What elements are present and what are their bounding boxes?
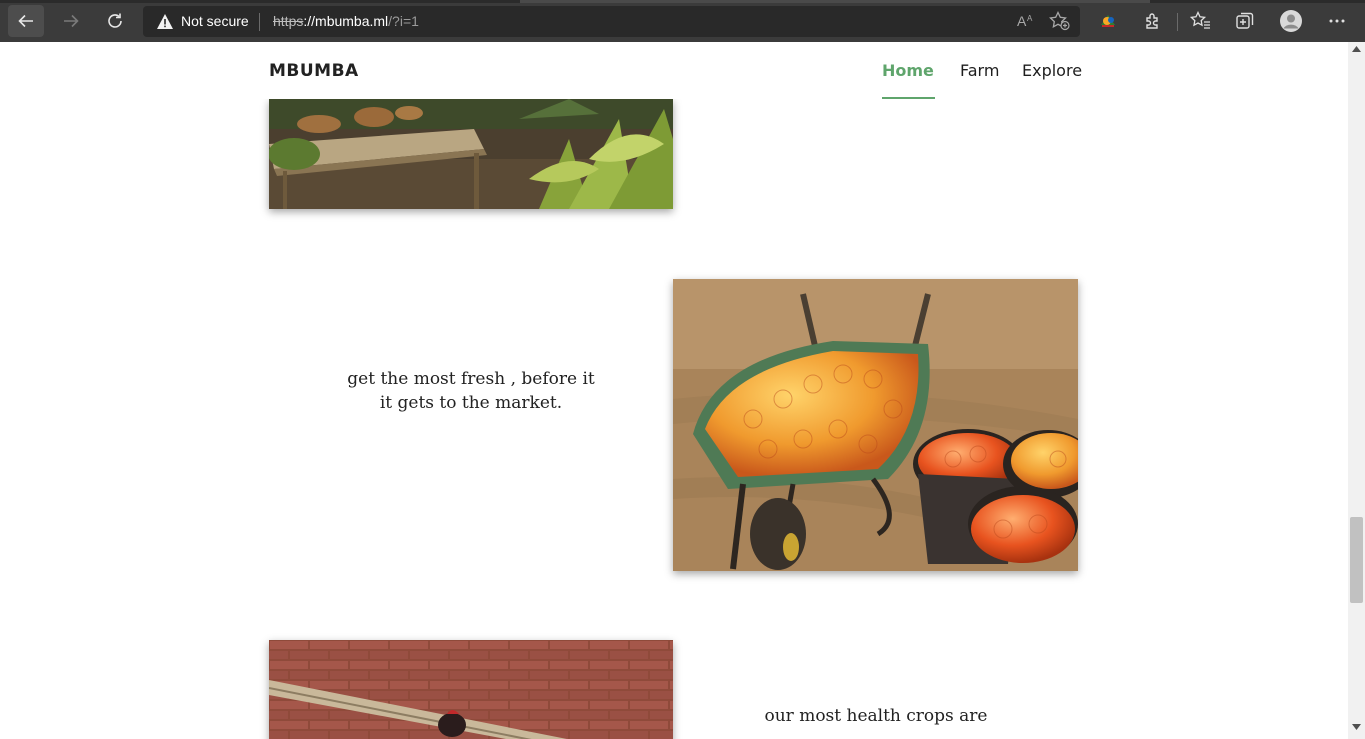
site-brand[interactable]: MBUMBA (269, 61, 359, 81)
address-bar[interactable]: Not secure https://mbumba.ml/?i=1 AA (143, 6, 1080, 37)
url-host: ://mbumba.ml (303, 13, 389, 29)
scroll-down-arrow-icon[interactable] (1352, 724, 1361, 730)
extensions-icon (1146, 13, 1158, 29)
back-button[interactable] (8, 5, 44, 37)
forward-button[interactable] (53, 5, 89, 37)
tomato-wheelbarrow-photo (673, 279, 1078, 571)
read-aloud-icon[interactable]: AA (1016, 12, 1036, 30)
url-query: /?i=1 (388, 13, 419, 29)
page-viewport: MBUMBA Home Farm Explore get the most fr… (0, 42, 1348, 739)
add-favorite-icon[interactable] (1049, 11, 1071, 31)
forward-icon (64, 14, 79, 28)
nav-link-farm[interactable]: Farm (960, 61, 999, 80)
extensions-button[interactable] (1140, 8, 1166, 34)
browser-toolbar: Not secure https://mbumba.ml/?i=1 AA (0, 0, 1365, 42)
url-scheme: https (273, 13, 304, 29)
nav-link-home[interactable]: Home (882, 61, 934, 80)
more-menu-button[interactable] (1324, 8, 1350, 34)
site-header: MBUMBA Home Farm Explore (0, 42, 1348, 99)
collections-button[interactable] (1232, 8, 1258, 34)
tab-strip-edge (0, 0, 1365, 3)
extension-badge-button[interactable] (1095, 8, 1121, 34)
reload-icon (108, 13, 122, 28)
back-icon (18, 14, 33, 28)
url-text[interactable]: https://mbumba.ml/?i=1 (273, 13, 419, 29)
collections-icon (1236, 12, 1254, 29)
scrollbar-thumb[interactable] (1350, 517, 1363, 603)
health-crops-caption: our most health crops are (764, 706, 988, 726)
nav-link-explore[interactable]: Explore (1022, 61, 1082, 80)
market-table-photo (269, 99, 673, 209)
favorites-button[interactable] (1188, 8, 1214, 34)
svg-text:A: A (1027, 14, 1033, 23)
reload-button[interactable] (97, 5, 133, 37)
favorites-icon (1190, 11, 1210, 29)
scroll-up-arrow-icon[interactable] (1352, 46, 1361, 52)
page-scrollbar[interactable] (1348, 42, 1365, 739)
warning-icon[interactable] (156, 13, 174, 30)
fresh-produce-caption: get the most fresh , before it it gets t… (347, 369, 595, 413)
profile-button[interactable] (1278, 8, 1304, 34)
profile-avatar-icon (1280, 10, 1302, 32)
toolbar-divider (1177, 13, 1178, 31)
security-label[interactable]: Not secure (181, 13, 249, 29)
address-divider (259, 13, 260, 31)
svg-text:A: A (1017, 13, 1027, 29)
more-menu-icon (1329, 19, 1345, 23)
active-nav-underline (882, 97, 935, 99)
chicken-brick-wall-photo (269, 640, 673, 739)
extension-badge-icon (1101, 15, 1115, 27)
